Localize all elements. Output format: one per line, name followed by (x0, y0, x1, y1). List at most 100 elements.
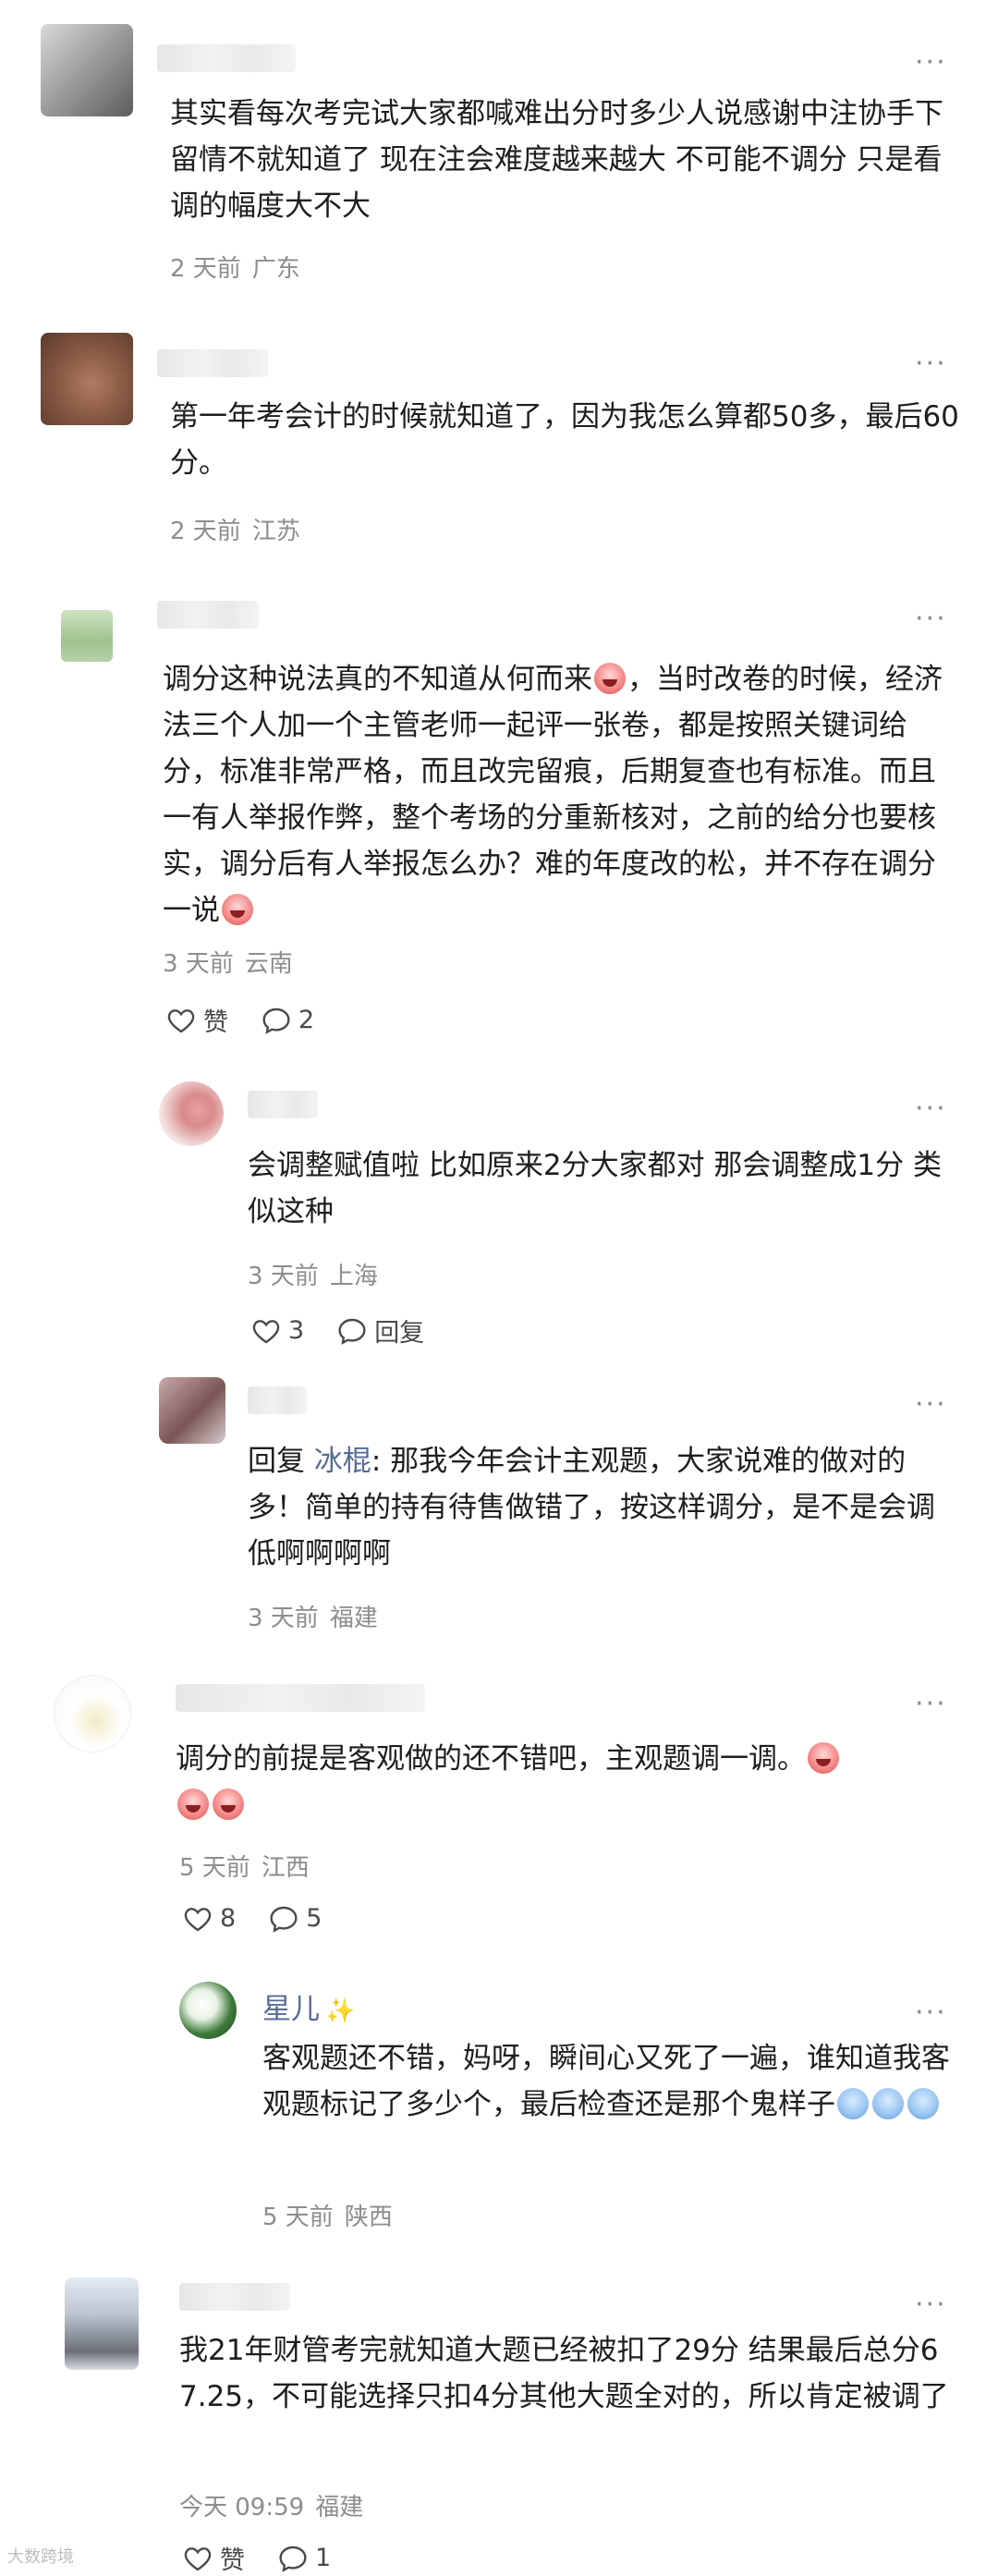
username-blurred[interactable] (248, 1091, 318, 1118)
reply-meta: 3 天前 福建 (248, 1599, 378, 1633)
more-options-icon[interactable]: ··· (915, 1095, 947, 1123)
comment-text: 第一年考会计的时候就知道了，因为我怎么算都50多，最后60分。 (170, 400, 959, 480)
more-options-icon[interactable]: ··· (915, 49, 947, 77)
more-options-icon[interactable]: ··· (915, 605, 947, 633)
crying-emoji-icon (177, 1789, 209, 1820)
comment-location: 江西 (261, 1854, 310, 1882)
like-count: 3 (288, 1316, 305, 1345)
reply-author-name[interactable]: 星儿 (262, 1993, 320, 2026)
comment-bubble-icon (279, 2545, 307, 2572)
heart-icon (252, 1319, 280, 1343)
reply-text: 客观题还不错，妈呀，瞬间心又死了一遍，谁知道我客观题标记了多少个，最后检查还是那… (262, 2035, 961, 2128)
reply-button[interactable]: 5 (269, 1904, 322, 1933)
comment-location: 江苏 (251, 518, 300, 545)
reply-count: 5 (306, 1904, 323, 1933)
comment-meta: 5 天前 江西 (179, 1849, 310, 1883)
comment-text: 其实看每次考完试大家都喊难出分时多少人说感谢中注协手下留情不就知道了 现在注会难… (170, 97, 943, 223)
comment-time: 2 天前 (170, 255, 241, 283)
avatar[interactable] (159, 1377, 225, 1444)
heart-icon (184, 2546, 212, 2570)
comment-text-body: 调分的前提是客观做的还不错吧，主观题调一调。 (176, 1742, 806, 1776)
more-options-icon[interactable]: ··· (915, 1391, 947, 1419)
more-options-icon[interactable]: ··· (915, 350, 947, 378)
crying-emoji-icon (808, 1742, 839, 1774)
comment-time: 5 天前 (179, 1854, 250, 1882)
reply-text: 会调整赋值啦 比如原来2分大家都对 那会调整成1分 类似这种 (248, 1149, 943, 1228)
crying-emoji-icon (907, 2088, 939, 2119)
crying-emoji-icon (222, 894, 253, 925)
reply-location: 福建 (329, 1605, 378, 1632)
like-count: 8 (220, 1904, 237, 1933)
comment-time: 2 天前 (170, 518, 241, 545)
avatar[interactable] (41, 333, 133, 425)
comment-location: 广东 (251, 255, 300, 283)
comment-actions: 赞 1 (183, 2540, 364, 2576)
username-blurred[interactable] (176, 1684, 425, 1712)
heart-icon (184, 1907, 212, 1931)
avatar[interactable] (159, 1081, 224, 1146)
reply-prefix: 回复 (248, 1445, 305, 1478)
avatar[interactable] (41, 24, 133, 116)
avatar[interactable] (61, 610, 113, 662)
more-options-icon[interactable]: ··· (915, 2291, 947, 2319)
like-button[interactable]: 3 (251, 1316, 304, 1345)
comment-text-part2: ，当时改卷的时候，经济法三个人加一个主管老师一起评一张卷，都是按照关键词给分，标… (163, 663, 943, 927)
like-button[interactable]: 赞 (183, 2540, 245, 2576)
reply-time: 3 天前 (248, 1263, 319, 1290)
username-blurred[interactable] (157, 349, 268, 377)
crying-emoji-icon (594, 663, 626, 694)
mention-link[interactable]: 冰棍 (314, 1445, 371, 1478)
avatar[interactable] (54, 1675, 131, 1752)
like-label: 赞 (203, 1008, 228, 1037)
comment-meta: 2 天前 广东 (170, 250, 300, 284)
like-label: 赞 (220, 2546, 245, 2575)
heart-icon (167, 1008, 195, 1032)
reply-actions: 3 回复 (251, 1312, 457, 1349)
reply-label: 回复 (374, 1319, 425, 1348)
comment-meta: 2 天前 江苏 (170, 512, 300, 546)
avatar[interactable] (65, 2277, 139, 2370)
reply-button[interactable]: 2 (262, 1006, 314, 1034)
comment-time: 3 天前 (163, 950, 234, 978)
comment-location: 福建 (315, 2494, 364, 2521)
reply-count: 1 (315, 2544, 332, 2572)
username-blurred[interactable] (248, 1386, 307, 1414)
comment-bubble-icon (262, 1007, 290, 1034)
like-button[interactable]: 赞 (166, 1002, 228, 1038)
reply-count: 2 (298, 1006, 315, 1034)
reply-time: 5 天前 (262, 2204, 334, 2231)
comment-meta: 3 天前 云南 (163, 945, 293, 979)
reply-location: 陕西 (344, 2204, 393, 2231)
reply-button[interactable]: 回复 (337, 1312, 424, 1349)
reply-location: 上海 (329, 1263, 378, 1290)
reply-meta: 5 天前 陕西 (262, 2198, 393, 2232)
sparkle-icon: ✨ (325, 1997, 356, 2025)
comment-text: 我21年财管考完就知道大题已经被扣了29分 结果最后总分67.25，不可能选择只… (179, 2334, 949, 2413)
comment-location: 云南 (244, 950, 293, 978)
comment-text: 调分这种说法真的不知道从何而来 ，当时改卷的时候，经济法三个人加一个主管老师一起评… (163, 656, 961, 934)
more-options-icon[interactable]: ··· (915, 1999, 947, 2027)
like-button[interactable]: 8 (183, 1904, 236, 1933)
comment-meta: 今天 09:59 福建 (179, 2488, 363, 2522)
username-blurred[interactable] (179, 2283, 290, 2311)
reply-button[interactable]: 1 (278, 2544, 331, 2572)
avatar[interactable] (179, 1982, 237, 2039)
comment-bubble-icon (270, 1906, 298, 1933)
comment-text: 调分的前提是客观做的还不错吧，主观题调一调。 (176, 1736, 961, 1828)
crying-emoji-icon (872, 2088, 904, 2119)
crying-emoji-icon (837, 2088, 869, 2119)
username-blurred[interactable] (157, 44, 296, 72)
more-options-icon[interactable]: ··· (915, 1691, 947, 1718)
reply-text: 回复 冰棍: 那我今年会计主观题，大家说难的做对的多！简单的持有待售做错了，按这… (248, 1438, 961, 1577)
username-blurred[interactable] (157, 601, 259, 629)
comment-time: 今天 09:59 (179, 2494, 305, 2521)
reply-meta: 3 天前 上海 (248, 1257, 378, 1291)
crying-emoji-icon (213, 1789, 244, 1820)
reply-time: 3 天前 (248, 1605, 319, 1632)
comment-actions: 8 5 (183, 1904, 355, 1933)
comment-text-part1: 调分这种说法真的不知道从何而来 (163, 663, 592, 696)
comment-bubble-icon (338, 1318, 366, 1345)
reply-author[interactable]: 星儿 ✨ (262, 1985, 355, 2027)
comment-actions: 赞 2 (166, 1002, 347, 1038)
watermark-text: 大数跨境 (7, 2547, 74, 2567)
